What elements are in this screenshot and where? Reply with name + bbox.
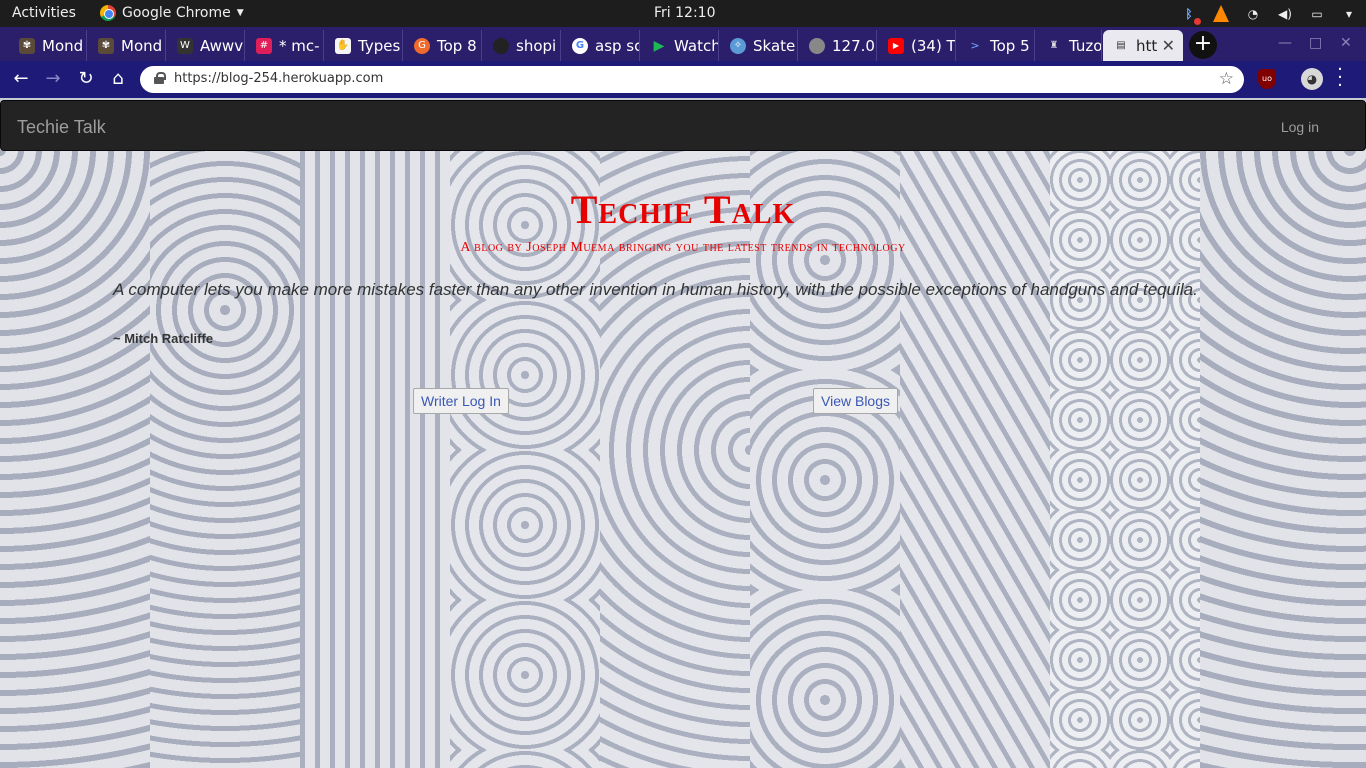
tab-label: Mond (42, 36, 84, 55)
quote-text: A computer lets you make more mistakes f… (113, 280, 1198, 299)
tab-label: Awwv (200, 36, 244, 55)
site-navbar: Techie Talk Log in (0, 100, 1366, 151)
tab-favicon-icon: ▤ (1116, 40, 1126, 51)
browser-tab[interactable]: ✋ Types (325, 30, 403, 61)
power-menu-icon[interactable]: ▾ (1340, 5, 1358, 23)
tab-strip: ✾ Mond ✾ Mond W Awwv # * mc- ✋ Types G Top 8 s… (0, 27, 1366, 61)
url-text[interactable]: https://blog-254.herokuapp.com (174, 71, 383, 86)
writer-login-button[interactable]: Writer Log In (413, 388, 509, 414)
new-tab-button[interactable]: + (1189, 31, 1217, 59)
browser-tab[interactable]: 127.0 (799, 30, 877, 61)
back-arrow-icon[interactable]: ← (9, 68, 33, 92)
browser-tab[interactable]: ✾ Mond (9, 30, 87, 61)
vlc-icon[interactable] (1212, 5, 1230, 23)
tab-label: Types (358, 36, 401, 55)
terminal-icon: > (970, 39, 980, 52)
browser-tab[interactable]: ♜ Tuzo (1036, 30, 1102, 61)
profile-avatar-icon[interactable]: ◕ (1301, 68, 1323, 90)
globe-icon (809, 37, 825, 54)
tab-label: shopi (516, 36, 557, 55)
browser-toolbar: ← → ↻ ⌂ https://blog-254.herokuapp.com ☆ (0, 61, 1366, 98)
bluetooth-icon[interactable]: ᛒ (1180, 5, 1201, 25)
maximize-icon[interactable]: □ (1309, 35, 1322, 51)
tab-favicon-icon: ♜ (1049, 40, 1059, 51)
activities-button[interactable]: Activities (12, 5, 76, 21)
home-icon[interactable]: ⌂ (106, 68, 130, 92)
login-link[interactable]: Log in (1281, 119, 1319, 135)
system-top-bar: Activities Google Chrome ▼ Fri 12:10 ᛒ ◔… (0, 0, 1366, 27)
tab-favicon-icon: ✧ (730, 37, 746, 54)
forward-arrow-icon[interactable]: → (41, 68, 65, 92)
play-icon: ▶ (653, 37, 665, 54)
github-icon (493, 37, 509, 54)
minimize-icon[interactable]: — (1278, 35, 1292, 51)
browser-tab[interactable]: ▶ (34) T (878, 30, 956, 61)
slack-icon: # (256, 37, 272, 54)
tab-label: (34) T (911, 36, 956, 55)
battery-icon[interactable]: ▭ (1308, 5, 1326, 23)
site-brand-link[interactable]: Techie Talk (17, 117, 106, 138)
tab-favicon-icon: ✾ (19, 37, 35, 54)
chrome-icon (100, 5, 116, 21)
tab-label: * mc- (279, 36, 320, 55)
browser-tab[interactable]: > Top 5 (957, 30, 1035, 61)
reload-icon[interactable]: ↻ (74, 68, 98, 92)
browser-tab[interactable]: ✧ Skate (720, 30, 798, 61)
view-blogs-button[interactable]: View Blogs (813, 388, 899, 414)
tab-favicon-icon: ✋ (335, 37, 351, 54)
close-tab-icon[interactable]: ✕ (1162, 36, 1175, 55)
browser-tab[interactable]: # * mc- (246, 30, 324, 61)
tab-label: Tuzo (1069, 36, 1102, 55)
browser-tab[interactable]: Gasp sc (562, 30, 640, 61)
browser-tab[interactable]: G Top 8 (404, 30, 482, 61)
browser-tab[interactable]: ✾ Mond (88, 30, 166, 61)
tab-label: htt (1136, 36, 1158, 55)
browser-tab-active[interactable]: ▤ htt ✕ (1103, 30, 1183, 61)
tab-favicon-icon: W (177, 37, 193, 54)
google-icon: G (572, 37, 588, 54)
tab-label: 127.0 (832, 36, 875, 55)
app-menu[interactable]: Google Chrome ▼ (100, 5, 244, 21)
tab-label: Watch (674, 36, 719, 55)
quote-author: ~ Mitch Ratcliffe (113, 331, 214, 346)
close-window-icon[interactable]: ✕ (1340, 35, 1352, 51)
tab-favicon-icon: G (414, 37, 430, 54)
browser-tab[interactable]: shopi (483, 30, 561, 61)
tab-label: Mond (121, 36, 163, 55)
page-title: Techie Talk (570, 187, 796, 232)
tab-favicon-icon: ✾ (98, 37, 114, 54)
page-subtitle: A blog by Joseph Muema bringing you the … (460, 240, 906, 255)
wifi-icon[interactable]: ◔ (1244, 5, 1262, 23)
tab-label: Skate (753, 36, 796, 55)
browser-tab[interactable]: ▶ Watch (641, 30, 719, 61)
address-bar[interactable]: https://blog-254.herokuapp.com ☆ (140, 66, 1244, 93)
ublock-extension-icon[interactable]: uo (1258, 69, 1276, 89)
tab-label: asp sc (595, 36, 640, 55)
bookmark-star-icon[interactable]: ☆ (1219, 69, 1234, 89)
youtube-icon: ▶ (888, 37, 904, 54)
volume-icon[interactable]: ◀) (1276, 5, 1294, 23)
tab-label: Top 8 (437, 36, 477, 55)
clock[interactable]: Fri 12:10 (654, 5, 715, 21)
chrome-menu-icon[interactable]: · · · (1333, 61, 1347, 95)
system-tray[interactable]: ᛒ ◔ ◀) ▭ ▾ (1180, 3, 1358, 25)
browser-tab[interactable]: W Awwv (167, 30, 245, 61)
lock-icon[interactable] (154, 72, 166, 84)
app-name: Google Chrome (122, 5, 231, 21)
web-page: Techie Talk Log in Techie Talk A blog by… (0, 98, 1366, 768)
caret-down-icon: ▼ (236, 8, 244, 18)
tab-label: Top 5 (990, 36, 1030, 55)
